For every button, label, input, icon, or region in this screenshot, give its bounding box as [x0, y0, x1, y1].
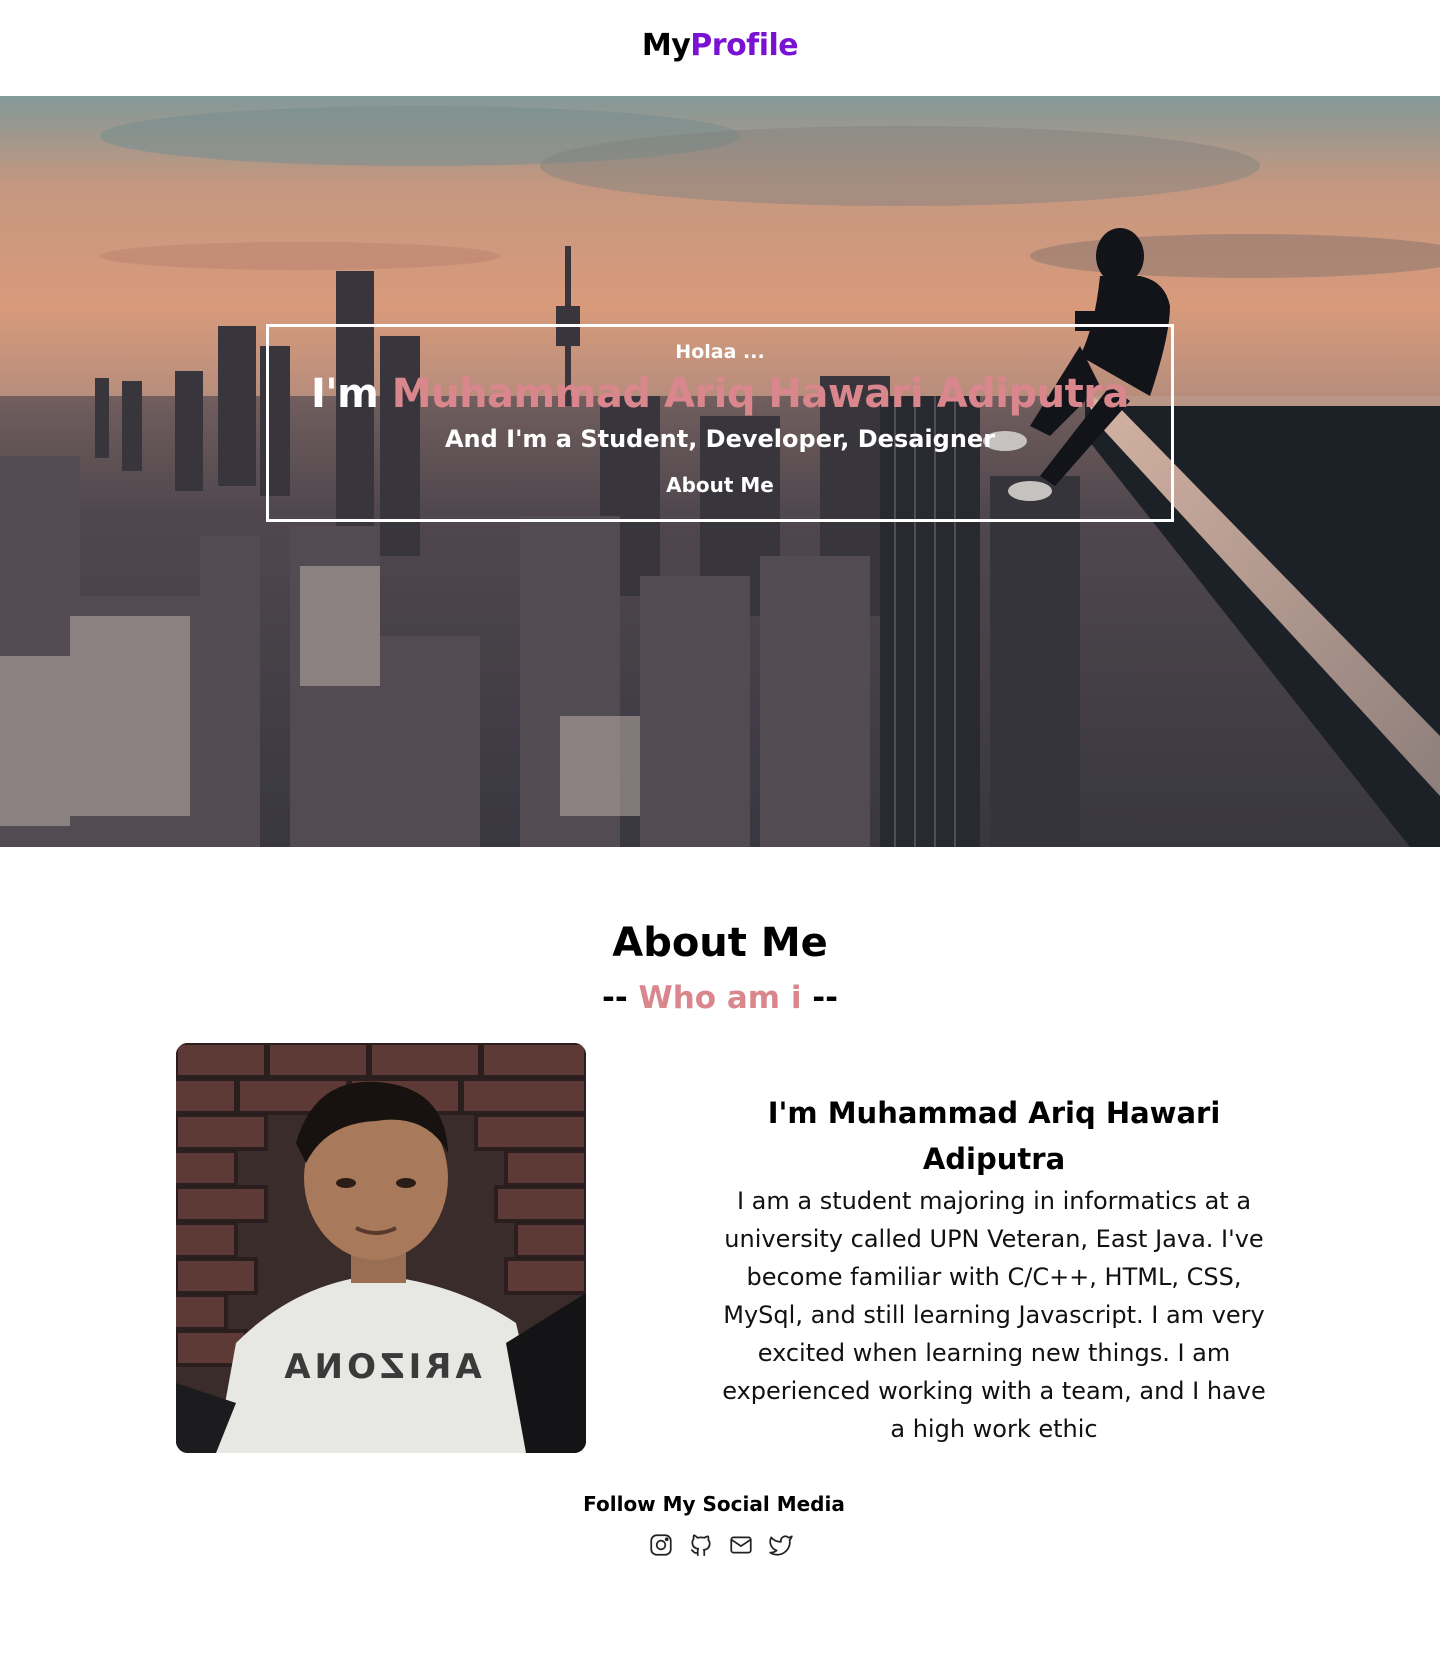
hero-intro-prefix: I'm: [311, 371, 379, 417]
site-logo[interactable]: MyProfile: [0, 28, 1440, 63]
hero-intro-box: Holaa ... I'm Muhammad Ariq Hawari Adipu…: [266, 324, 1174, 522]
subtitle-dash-left: --: [601, 980, 628, 1016]
about-subtitle: -- Who am i --: [0, 980, 1440, 1016]
profile-photo: ARIZONA: [176, 1043, 586, 1453]
hero-roles: And I'm a Student, Developer, Desaigner: [444, 425, 996, 453]
about-me-link[interactable]: About Me: [269, 473, 1171, 497]
instagram-icon[interactable]: [648, 1532, 674, 1558]
bio-block: I'm Muhammad Ariq Hawari Adiputra I am a…: [714, 1090, 1274, 1448]
bio-name-heading: I'm Muhammad Ariq Hawari Adiputra: [767, 1096, 1221, 1176]
twitter-icon[interactable]: [768, 1532, 794, 1558]
shirt-print: ARIZONA: [280, 1347, 481, 1387]
mail-icon[interactable]: [728, 1532, 754, 1558]
logo-part-my: My: [641, 28, 691, 63]
hero-greeting: Holaa ...: [675, 341, 765, 363]
social-heading: Follow My Social Media: [583, 1492, 845, 1516]
site-header: MyProfile: [0, 0, 1440, 96]
subtitle-text: Who am i: [638, 980, 802, 1016]
hero-headline: I'm Muhammad Ariq Hawari Adiputra: [269, 371, 1171, 417]
hero-name: Muhammad Ariq Hawari Adiputra: [391, 371, 1130, 417]
about-title: About Me: [612, 920, 828, 966]
profile-photo-image: ARIZONA: [176, 1043, 586, 1453]
hero-section: Holaa ... I'm Muhammad Ariq Hawari Adipu…: [0, 96, 1440, 847]
logo-part-profile: Profile: [690, 28, 799, 63]
subtitle-dash-right: --: [812, 980, 839, 1016]
social-links: [648, 1532, 794, 1560]
bio-text: I am a student majoring in informatics a…: [722, 1187, 1266, 1443]
github-icon[interactable]: [688, 1532, 714, 1558]
